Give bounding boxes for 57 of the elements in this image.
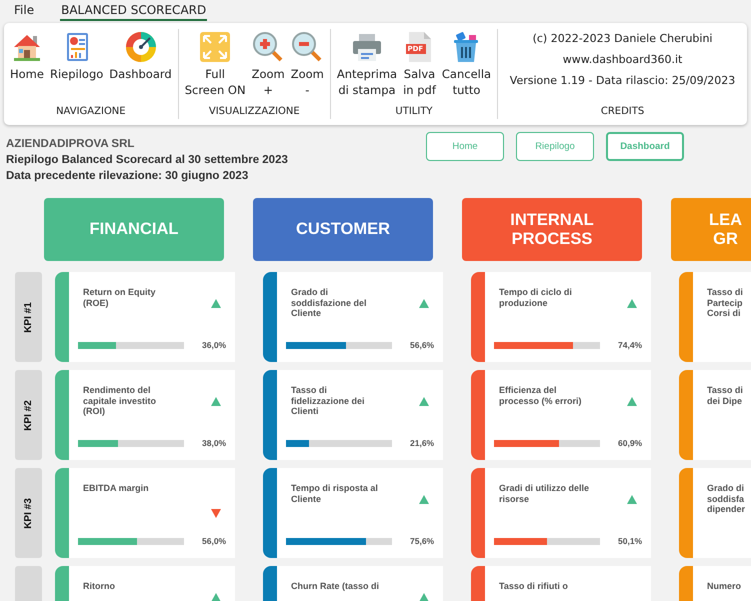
- kpi-title: Tasso di fidelizzazione dei Clienti: [291, 385, 366, 418]
- gauge-icon: [124, 31, 156, 63]
- zoom-out-icon: [291, 31, 324, 63]
- credit-text: (c) 2022-2023 Daniele Cherubini: [532, 32, 712, 45]
- ribbon-button[interactable]: Anteprima di stampa: [334, 29, 400, 106]
- ribbon-button[interactable]: Full Screen ON: [182, 29, 248, 106]
- ribbon-button[interactable]: Cancella tutto: [440, 29, 494, 106]
- perspective-header: CUSTOMER: [253, 198, 433, 261]
- previous-date: Data precedente rilevazione: 30 giugno 2023: [6, 169, 250, 184]
- kpi-title: Grado di soddisfa dipender: [707, 483, 746, 516]
- kpi-value: 75,6%: [410, 536, 434, 546]
- row-label: KPI #3: [23, 498, 34, 528]
- kpi-title: Tempo di ciclo di produzione: [499, 287, 573, 310]
- credit-text: Versione 1.19 - Data rilascio: 25/09/2023: [510, 74, 736, 87]
- kpi-value: 50,1%: [618, 536, 642, 546]
- kpi-title: Churn Rate (tasso di: [291, 581, 380, 593]
- kpi-title: Gradi di utilizzo delle risorse: [499, 483, 590, 506]
- ribbon-button[interactable]: Zoom +: [250, 29, 287, 106]
- kpi-value: 74,4%: [618, 340, 642, 350]
- kpi-title: Tasso di rifiuti o: [499, 581, 569, 593]
- kpi-title: Tempo di risposta al Cliente: [291, 483, 379, 506]
- credit-text: www.dashboard360.it: [562, 53, 682, 66]
- kpi-title: EBITDA margin: [83, 483, 150, 495]
- kpi-value: 60,9%: [618, 438, 642, 448]
- row-label: KPI #1: [23, 302, 34, 332]
- ribbon-button[interactable]: Home: [8, 29, 46, 106]
- ribbon-button[interactable]: Dashboard: [107, 29, 174, 106]
- zoom-in-icon: [252, 31, 284, 63]
- kpi-value: 21,6%: [410, 438, 434, 448]
- perspective-header: INTERNAL PROCESS: [462, 198, 642, 261]
- kpi-title: Numero: [707, 581, 742, 593]
- printer-icon: [350, 31, 383, 63]
- group-label: NAVIGAZIONE: [55, 106, 127, 119]
- menu-tab[interactable]: BALANCED SCORECARD: [60, 3, 208, 21]
- kpi-title: Return on Equity (ROE): [83, 287, 156, 310]
- kpi-value: 38,0%: [202, 438, 226, 448]
- kpi-title: Efficienza del processo (% errori): [499, 385, 583, 408]
- group-label: CREDITS: [600, 106, 646, 119]
- menu-tab[interactable]: File: [13, 3, 36, 21]
- report-subtitle: Riepilogo Balanced Scorecard al 30 settembre 2023: [6, 153, 289, 168]
- kpi-title: Tasso di dei Dipe: [707, 385, 744, 408]
- ribbon-button[interactable]: Riepilogo: [48, 29, 106, 106]
- kpi-value: 56,0%: [202, 536, 226, 546]
- kpi-title: Ritorno: [83, 581, 116, 593]
- ribbon-button[interactable]: Zoom -: [288, 29, 326, 106]
- group-label: VISUALIZZAZIONE: [208, 106, 301, 119]
- perspective-header: LEA GR: [671, 198, 751, 261]
- perspective-header: FINANCIAL: [44, 198, 224, 261]
- kpi-title: Tasso di Partecip Corsi di: [707, 287, 744, 320]
- row-label: KPI #2: [23, 400, 34, 430]
- expand-arrows-icon: [199, 31, 232, 63]
- kpi-value: 36,0%: [202, 340, 226, 350]
- kpi-title: Grado di soddisfazione del Cliente: [291, 287, 368, 320]
- kpi-title: Rendimento del capitale investito (ROI): [83, 385, 158, 418]
- group-label: UTILITY: [394, 106, 434, 119]
- company-name: AZIENDADIPROVA SRL: [6, 137, 136, 152]
- kpi-value: 56,6%: [410, 340, 434, 350]
